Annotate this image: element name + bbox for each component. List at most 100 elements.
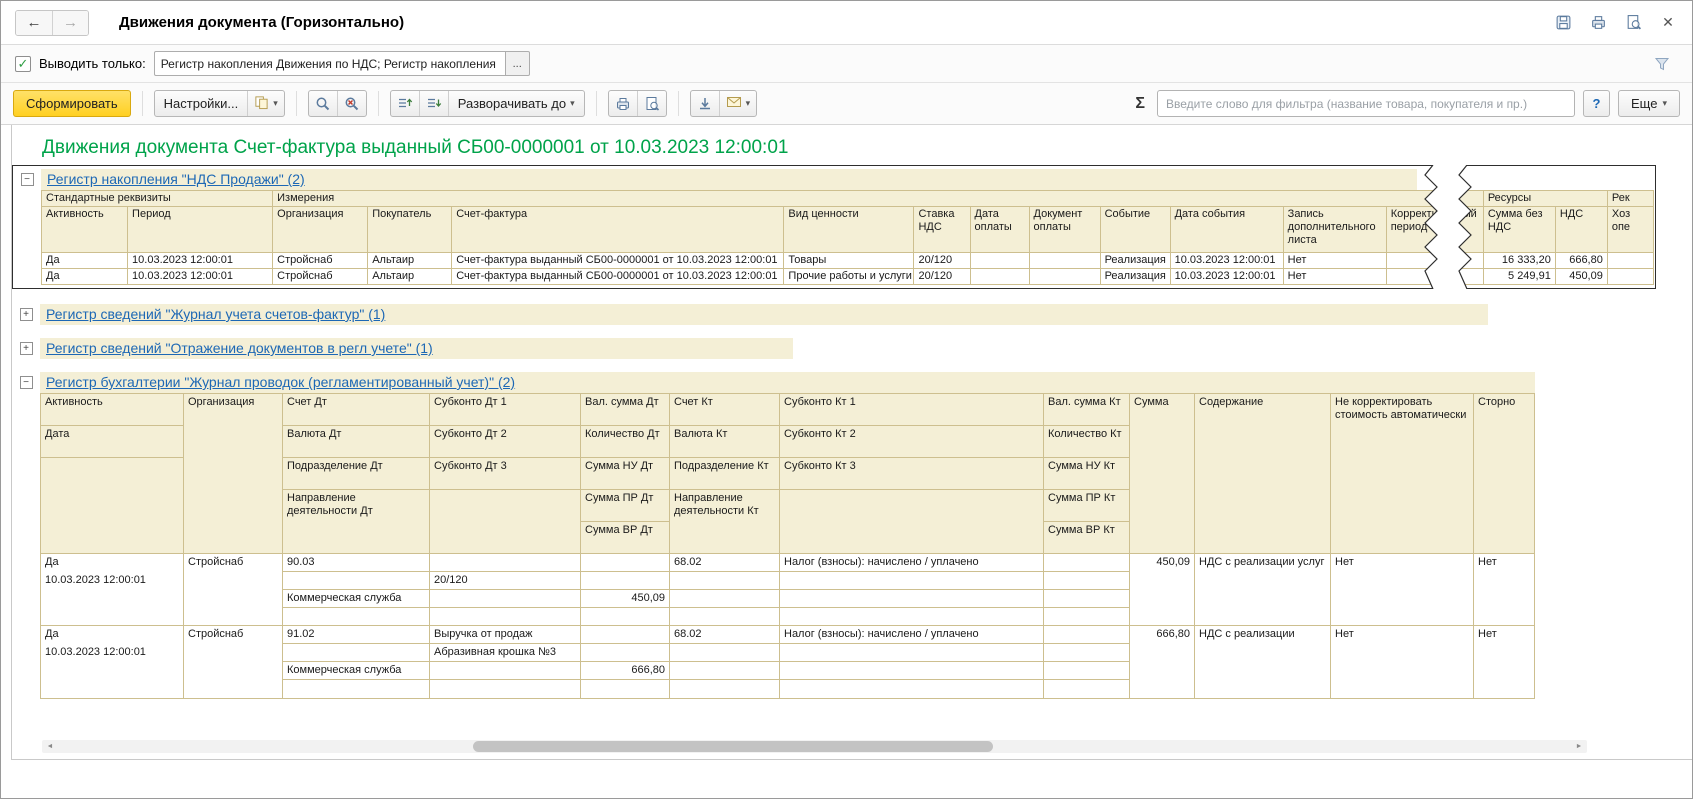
cell[interactable]: Стройснаб bbox=[184, 626, 282, 644]
help-button[interactable]: ? bbox=[1583, 90, 1611, 117]
back-button[interactable]: ← bbox=[16, 10, 52, 35]
more-button[interactable]: Еще ▾ bbox=[1618, 90, 1680, 117]
cell[interactable] bbox=[283, 680, 429, 698]
generate-button[interactable]: Сформировать bbox=[13, 90, 131, 117]
cell[interactable]: 10.03.2023 12:00:01 bbox=[127, 268, 274, 285]
cell[interactable]: Стройснаб bbox=[272, 268, 369, 285]
register-link-vat-sales[interactable]: Регистр накопления "НДС Продажи" (2) bbox=[47, 171, 305, 187]
cell[interactable]: Стройснаб bbox=[184, 554, 282, 572]
close-icon[interactable]: ✕ bbox=[1658, 13, 1678, 33]
cell[interactable] bbox=[1044, 680, 1129, 698]
scrollbar-thumb[interactable] bbox=[473, 741, 993, 752]
cell[interactable]: 68.02 bbox=[670, 554, 779, 572]
registers-filter-input[interactable] bbox=[153, 51, 506, 76]
settings-variants-button[interactable]: ▾ bbox=[247, 91, 284, 116]
cell[interactable]: Да bbox=[40, 268, 129, 285]
cell[interactable]: Да bbox=[40, 252, 129, 269]
cell[interactable]: НДС с реализации bbox=[1195, 626, 1330, 644]
save-icon[interactable] bbox=[1553, 13, 1573, 33]
scrollbar-track[interactable] bbox=[58, 740, 1571, 753]
horizontal-scrollbar[interactable]: ◄ ► bbox=[42, 740, 1587, 753]
cell[interactable] bbox=[670, 662, 779, 680]
cell[interactable] bbox=[780, 590, 1043, 608]
cell[interactable] bbox=[780, 644, 1043, 662]
cell[interactable] bbox=[430, 554, 580, 572]
cell[interactable]: Да bbox=[41, 554, 183, 572]
cell[interactable]: 90.03 bbox=[283, 554, 429, 572]
cell[interactable] bbox=[283, 572, 429, 590]
cell[interactable]: Налог (взносы): начислено / уплачено bbox=[780, 554, 1043, 572]
sum-sigma-icon[interactable]: Σ bbox=[1135, 95, 1145, 113]
cell[interactable] bbox=[581, 644, 669, 662]
register-link-invoice-journal[interactable]: Регистр сведений "Журнал учета счетов-фа… bbox=[46, 306, 385, 322]
filter-funnel-icon[interactable] bbox=[1652, 54, 1672, 74]
cell[interactable]: 20/120 bbox=[913, 268, 971, 285]
cell[interactable] bbox=[1044, 554, 1129, 572]
cell[interactable]: 20/120 bbox=[430, 572, 580, 590]
cell[interactable]: Нет bbox=[1282, 268, 1387, 285]
cancel-search-icon[interactable] bbox=[336, 91, 366, 116]
cell[interactable]: Реализация bbox=[1099, 268, 1171, 285]
search-icon[interactable] bbox=[309, 91, 337, 116]
cell[interactable]: 10.03.2023 12:00:01 bbox=[41, 644, 183, 662]
cell[interactable]: Налог (взносы): начислено / уплачено bbox=[780, 626, 1043, 644]
scroll-right-icon[interactable]: ► bbox=[1571, 740, 1587, 753]
cell[interactable] bbox=[1385, 252, 1484, 269]
cell[interactable]: Выручка от продаж bbox=[430, 626, 580, 644]
cell[interactable]: 666,80 bbox=[1554, 252, 1608, 269]
cell[interactable] bbox=[581, 608, 669, 626]
cell[interactable]: 450,09 bbox=[1130, 554, 1194, 572]
send-email-button[interactable]: ▾ bbox=[718, 91, 757, 116]
cell[interactable]: Нет bbox=[1282, 252, 1387, 269]
cell[interactable] bbox=[430, 680, 580, 698]
print-preview-icon[interactable] bbox=[636, 91, 666, 116]
cell[interactable]: Счет-фактура выданный СБ00-0000001 от 10… bbox=[451, 252, 785, 269]
cell[interactable]: Альтаир bbox=[367, 252, 453, 269]
collapse-toggle[interactable]: − bbox=[20, 172, 34, 186]
cell[interactable] bbox=[670, 572, 779, 590]
cell[interactable]: 5 249,91 bbox=[1482, 268, 1556, 285]
print-icon[interactable] bbox=[609, 91, 637, 116]
cell[interactable] bbox=[1606, 252, 1655, 269]
cell[interactable] bbox=[1385, 268, 1484, 285]
cell[interactable] bbox=[1044, 590, 1129, 608]
cell[interactable]: 10.03.2023 12:00:01 bbox=[41, 572, 183, 590]
quick-filter-input[interactable] bbox=[1157, 90, 1576, 117]
cell[interactable]: Нет bbox=[1331, 554, 1473, 572]
cell[interactable]: Нет bbox=[1331, 626, 1473, 644]
save-result-icon[interactable] bbox=[691, 91, 719, 116]
cell[interactable] bbox=[780, 572, 1043, 590]
cell[interactable]: 450,09 bbox=[581, 590, 669, 608]
cell[interactable] bbox=[430, 662, 580, 680]
cell[interactable] bbox=[780, 680, 1043, 698]
forward-button[interactable]: → bbox=[52, 10, 88, 35]
cell[interactable] bbox=[1044, 644, 1129, 662]
expand-to-button[interactable]: Разворачивать до ▾ bbox=[447, 91, 584, 116]
expand-toggle[interactable]: + bbox=[19, 341, 33, 355]
cell[interactable]: 91.02 bbox=[283, 626, 429, 644]
cell[interactable] bbox=[1606, 268, 1655, 285]
cell[interactable]: Коммерческая служба bbox=[283, 662, 429, 680]
cell[interactable]: Реализация bbox=[1099, 252, 1171, 269]
cell[interactable] bbox=[969, 268, 1030, 285]
cell[interactable]: Прочие работы и услуги bbox=[783, 268, 915, 285]
cell[interactable]: 10.03.2023 12:00:01 bbox=[1169, 252, 1284, 269]
register-link-reflection[interactable]: Регистр сведений "Отражение документов в… bbox=[46, 340, 433, 356]
cell[interactable]: Стройснаб bbox=[272, 252, 369, 269]
cell[interactable]: 10.03.2023 12:00:01 bbox=[127, 252, 274, 269]
cell[interactable] bbox=[670, 608, 779, 626]
cell[interactable] bbox=[581, 680, 669, 698]
cell[interactable] bbox=[670, 680, 779, 698]
cell[interactable]: Да bbox=[41, 626, 183, 644]
print-icon[interactable] bbox=[1588, 13, 1608, 33]
register-link-journal-entries[interactable]: Регистр бухгалтерии "Журнал проводок (ре… bbox=[46, 374, 515, 390]
show-only-checkbox[interactable]: ✓ bbox=[15, 55, 31, 72]
cell[interactable] bbox=[283, 644, 429, 662]
settings-button[interactable]: Настройки... bbox=[155, 91, 248, 116]
cell[interactable]: 68.02 bbox=[670, 626, 779, 644]
cell[interactable]: 10.03.2023 12:00:01 bbox=[1169, 268, 1284, 285]
cell[interactable] bbox=[780, 608, 1043, 626]
cell[interactable] bbox=[969, 252, 1030, 269]
cell[interactable] bbox=[430, 590, 580, 608]
cell[interactable]: Нет bbox=[1474, 554, 1534, 572]
